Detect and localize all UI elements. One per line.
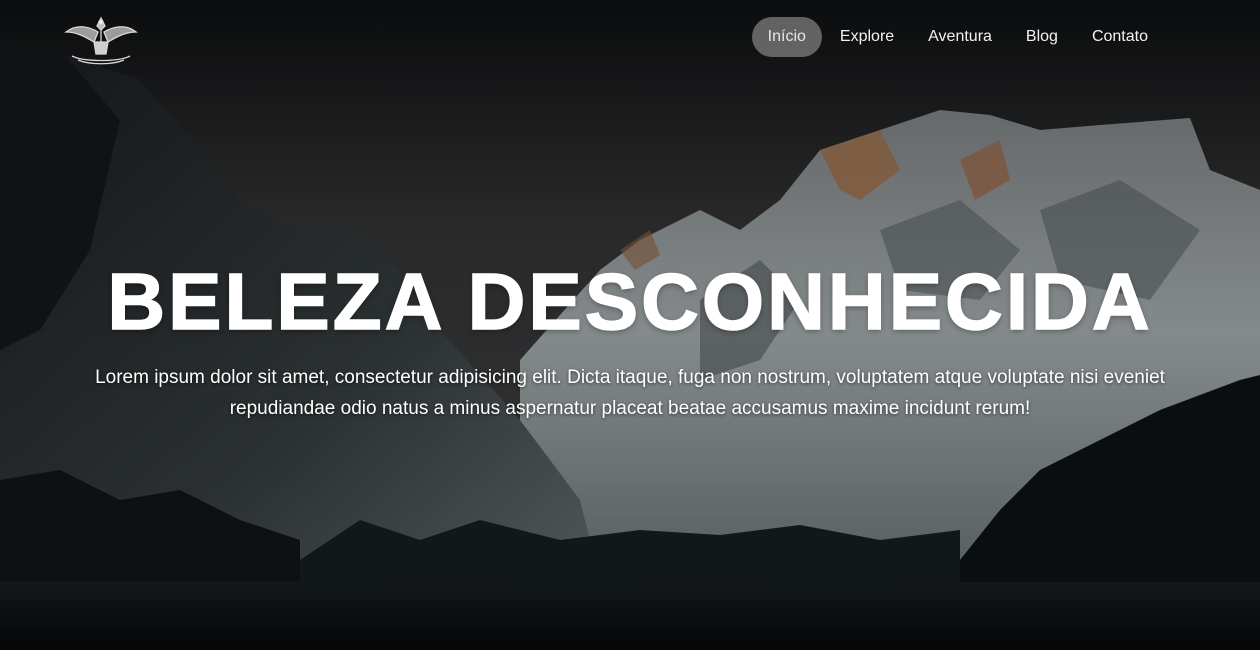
eagle-crest-icon[interactable] [64, 12, 138, 68]
hero-title: BELEZA DESCONHECIDA [107, 257, 1153, 346]
nav-link-blog[interactable]: Blog [1010, 17, 1074, 57]
nav-link-contato[interactable]: Contato [1076, 17, 1164, 57]
hero-content: BELEZA DESCONHECIDA Lorem ipsum dolor si… [0, 257, 1260, 424]
nav-link-inicio[interactable]: Início [751, 17, 822, 57]
hero-description: Lorem ipsum dolor sit amet, consectetur … [95, 367, 1165, 419]
hero-section: Início Explore Aventura Blog Contato BEL… [0, 0, 1260, 650]
top-navbar: Início Explore Aventura Blog Contato [0, 0, 1260, 78]
nav-link-explore[interactable]: Explore [824, 17, 910, 57]
nav-link-aventura[interactable]: Aventura [912, 17, 1008, 57]
nav-links: Início Explore Aventura Blog Contato [751, 17, 1164, 57]
